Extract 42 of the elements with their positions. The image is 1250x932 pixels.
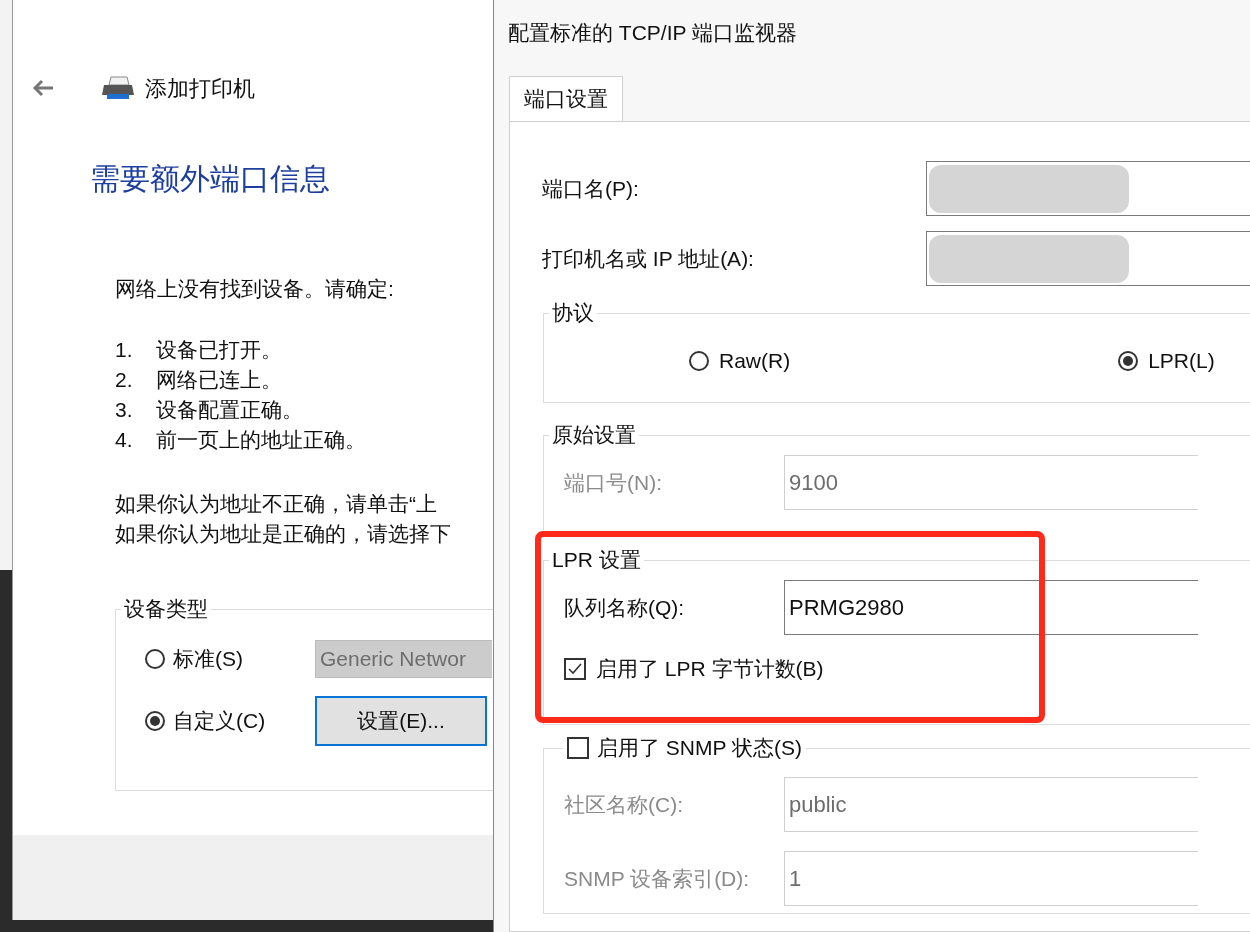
radio-button[interactable] <box>1118 350 1139 371</box>
field-label: SNMP 设备索引(D): <box>563 865 751 892</box>
intro-text: 网络上没有找到设备。请确定: <box>115 276 395 302</box>
list-number: 4. <box>115 426 134 453</box>
list-number: 3. <box>115 396 134 423</box>
field-label: 社区名称(C): <box>563 791 684 818</box>
radio-label[interactable]: LPR(L) <box>1148 345 1215 377</box>
checkbox-label[interactable]: 启用了 LPR 字节计数(B) <box>596 653 824 685</box>
radio-label[interactable]: 自定义(C) <box>173 704 266 737</box>
hint-text: 如果你认为地址是正确的，请选择下 <box>115 520 452 547</box>
list-item: 网络已连上。 <box>156 366 282 393</box>
checkbox[interactable] <box>567 737 589 759</box>
field-label: 队列名称(Q): <box>563 594 686 621</box>
tab[interactable]: 端口设置 <box>509 76 623 121</box>
hint-text: 如果你认为地址不正确，请单击“上 <box>115 490 438 517</box>
radio-button[interactable] <box>145 710 165 731</box>
list-number: 2. <box>115 366 134 393</box>
radio-label[interactable]: 标准(S) <box>173 642 243 675</box>
dialog-title: 配置标准的 TCP/IP 端口监视器 <box>508 20 797 47</box>
text-field[interactable] <box>925 231 1250 286</box>
settings-button[interactable]: 设置(E)... <box>315 695 487 746</box>
field-label: 端口名(P): <box>541 175 640 202</box>
list-item: 设备已打开。 <box>156 336 282 363</box>
page-heading: 需要额外端口信息 <box>90 161 331 197</box>
radio-button[interactable] <box>689 350 709 371</box>
radio-button[interactable] <box>145 648 165 669</box>
field-label: 打印机名或 IP 地址(A): <box>541 245 755 272</box>
text-field[interactable]: public <box>784 777 1198 832</box>
text-field[interactable]: PRMG2980 <box>784 580 1198 635</box>
checkbox-label[interactable]: 启用了 SNMP 状态(S) <box>597 732 802 764</box>
text-field[interactable]: 1 <box>784 851 1198 906</box>
text-field[interactable] <box>925 161 1250 216</box>
group-legend: 协议 <box>549 299 597 327</box>
printer-icon <box>101 75 135 101</box>
list-number: 1. <box>115 336 134 363</box>
radio-label[interactable]: Raw(R) <box>719 345 791 377</box>
field-label: 端口号(N): <box>563 469 663 496</box>
checkbox[interactable] <box>564 657 586 680</box>
list-item: 设备配置正确。 <box>156 396 303 423</box>
back-arrow-icon[interactable] <box>31 78 55 98</box>
list-item: 前一页上的地址正确。 <box>156 426 366 453</box>
window-title: 添加打印机 <box>145 74 255 103</box>
